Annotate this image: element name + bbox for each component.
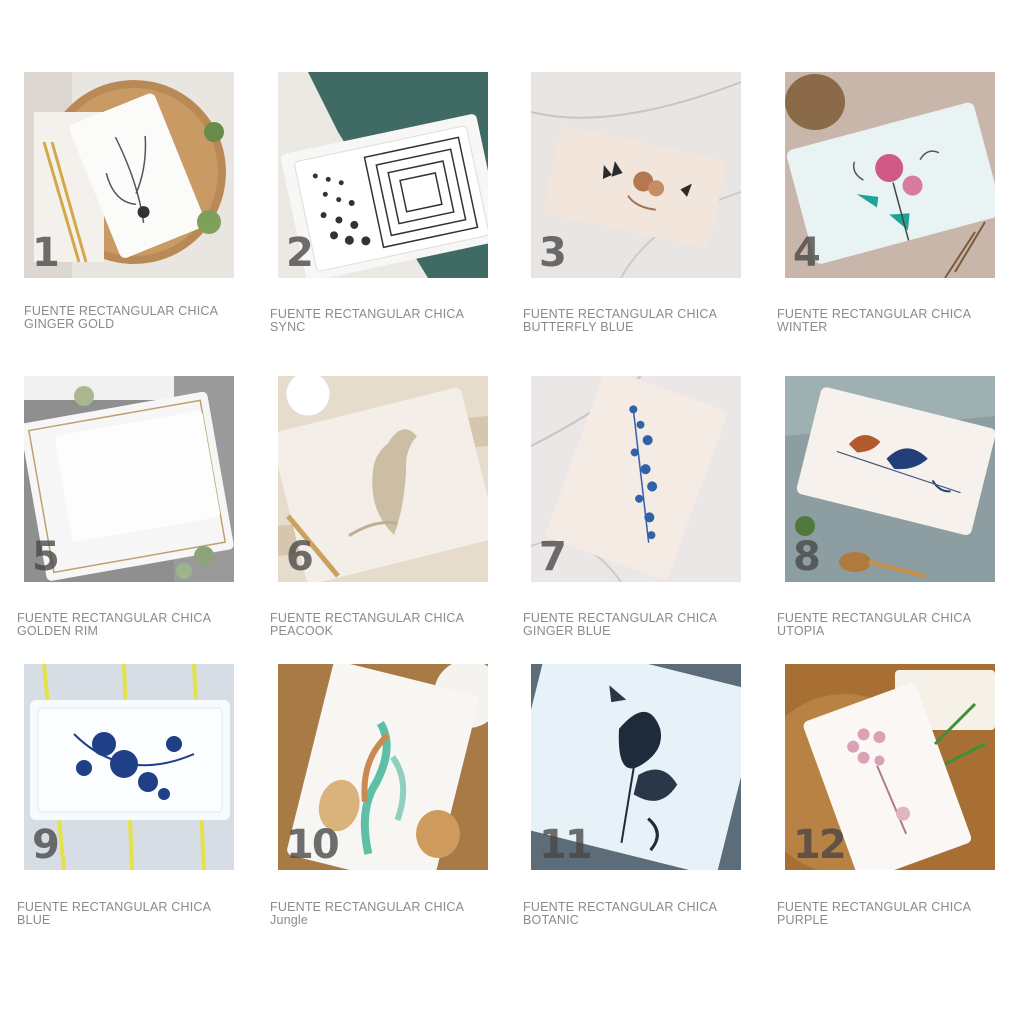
product-number: 5 [32,534,60,580]
caption-line2: BOTANIC [523,913,580,927]
product-caption[interactable]: FUENTE RECTANGULAR CHICA UTOPIA [777,612,1007,638]
caption-line2: UTOPIA [777,624,825,638]
product-caption[interactable]: FUENTE RECTANGULAR CHICA BLUE [17,901,247,927]
caption-line2: GINGER GOLD [24,317,115,331]
caption-line2: SYNC [270,320,306,334]
caption-line2: PURPLE [777,913,829,927]
caption-line2: BLUE [17,913,51,927]
caption-line2: GINGER BLUE [523,624,611,638]
product-number: 7 [539,534,567,580]
product-number: 11 [539,822,593,868]
product-caption[interactable]: FUENTE RECTANGULAR CHICA SYNC [270,308,500,334]
plate-ginger-gold-photo[interactable]: 1 [24,72,234,278]
product-caption[interactable]: FUENTE RECTANGULAR CHICA PURPLE [777,901,1007,927]
product-caption[interactable]: FUENTE RECTANGULAR CHICA BOTANIC [523,901,753,927]
product-number: 1 [32,230,60,276]
plate-purple-photo[interactable]: 12 [785,664,995,870]
product-caption[interactable]: FUENTE RECTANGULAR CHICA WINTER [777,308,1007,334]
product-number: 9 [32,822,60,868]
product-number: 6 [286,534,314,580]
plate-sync-photo[interactable]: 2 [278,72,488,278]
product-number: 4 [793,230,821,276]
plate-jungle-photo[interactable]: 10 [278,664,488,870]
product-number: 8 [793,534,821,580]
product-number: 10 [286,822,340,868]
caption-line2: Jungle [270,913,309,927]
caption-line2: BUTTERFLY BLUE [523,320,634,334]
product-caption[interactable]: FUENTE RECTANGULAR CHICA GOLDEN RIM [17,612,247,638]
plate-blue-photo[interactable]: 9 [24,664,234,870]
plate-ginger-blue-photo[interactable]: 7 [531,376,741,582]
product-caption[interactable]: FUENTE RECTANGULAR CHICA GINGER GOLD [24,305,254,331]
plate-butterfly-blue-photo[interactable]: 3 [531,72,741,278]
plate-utopia-photo[interactable]: 8 [785,376,995,582]
caption-line2: WINTER [777,320,828,334]
plate-botanic-photo[interactable]: 11 [531,664,741,870]
product-caption[interactable]: FUENTE RECTANGULAR CHICA GINGER BLUE [523,612,753,638]
plate-peacook-photo[interactable]: 6 [278,376,488,582]
product-number: 12 [793,822,847,868]
caption-line1: FUENTE RECTANGULAR CHICA [17,900,212,914]
caption-line2: PEACOOK [270,624,334,638]
plate-golden-rim-photo[interactable]: 5 [24,376,234,582]
product-number: 3 [539,230,567,276]
product-caption[interactable]: FUENTE RECTANGULAR CHICA Jungle [270,901,500,927]
caption-line2: GOLDEN RIM [17,624,99,638]
product-caption[interactable]: FUENTE RECTANGULAR CHICA PEACOOK [270,612,500,638]
product-number: 2 [286,230,314,276]
plate-winter-photo[interactable]: 4 [785,72,995,278]
product-caption[interactable]: FUENTE RECTANGULAR CHICA BUTTERFLY BLUE [523,308,753,334]
